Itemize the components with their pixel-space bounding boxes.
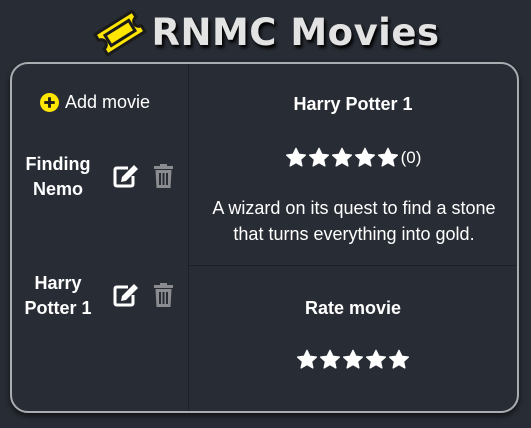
- movie-title-line: Nemo: [32, 179, 83, 199]
- star-icon[interactable]: [365, 349, 387, 371]
- plus-circle-icon: [40, 93, 59, 112]
- movie-title-line: Finding: [25, 154, 91, 174]
- movie-details: Harry Potter 1 (0) A wizard on its quest…: [189, 64, 517, 266]
- edit-icon[interactable]: [113, 164, 139, 188]
- rating-stars: (0): [189, 147, 517, 169]
- movie-main: Harry Potter 1 (0) A wizard on its quest…: [189, 64, 517, 411]
- app-header: RNMC Movies: [0, 6, 531, 58]
- star-icon[interactable]: [296, 349, 318, 371]
- movie-title-line: Harry: [34, 273, 82, 293]
- edit-icon[interactable]: [113, 283, 139, 307]
- trash-icon[interactable]: [153, 164, 174, 188]
- movies-panel: Add movie Finding Nemo Harry Potter 1 Ha…: [10, 62, 519, 413]
- star-icon[interactable]: [388, 349, 410, 371]
- movie-details-title: Harry Potter 1: [293, 94, 413, 114]
- movie-title[interactable]: Harry Potter 1: [16, 271, 100, 321]
- add-movie-label: Add movie: [65, 92, 151, 112]
- movie-item-harry-potter-1[interactable]: Harry Potter 1: [12, 271, 188, 331]
- rate-movie-title: Rate movie: [304, 298, 402, 318]
- star-icon[interactable]: [342, 349, 364, 371]
- rating-count: (0): [400, 148, 422, 167]
- star-icon: [354, 147, 375, 167]
- movie-description: A wizard on its quest to find a stone th…: [212, 198, 496, 244]
- star-icon: [331, 147, 352, 167]
- movie-title-line: Potter 1: [24, 298, 92, 318]
- app-title: RNMC Movies: [151, 10, 440, 54]
- movie-item-finding-nemo[interactable]: Finding Nemo: [12, 152, 188, 212]
- star-icon: [377, 147, 398, 167]
- rating-stars-holder: [285, 147, 400, 169]
- trash-icon[interactable]: [153, 283, 174, 307]
- star-icon: [285, 147, 306, 167]
- movie-title[interactable]: Finding Nemo: [16, 152, 100, 202]
- star-icon[interactable]: [319, 349, 341, 371]
- rate-stars[interactable]: [189, 349, 517, 371]
- add-movie-button[interactable]: Add movie: [40, 92, 150, 113]
- star-icon: [308, 147, 329, 167]
- movie-sidebar: Add movie Finding Nemo Harry Potter 1: [12, 64, 189, 411]
- ticket-icon: [92, 9, 147, 57]
